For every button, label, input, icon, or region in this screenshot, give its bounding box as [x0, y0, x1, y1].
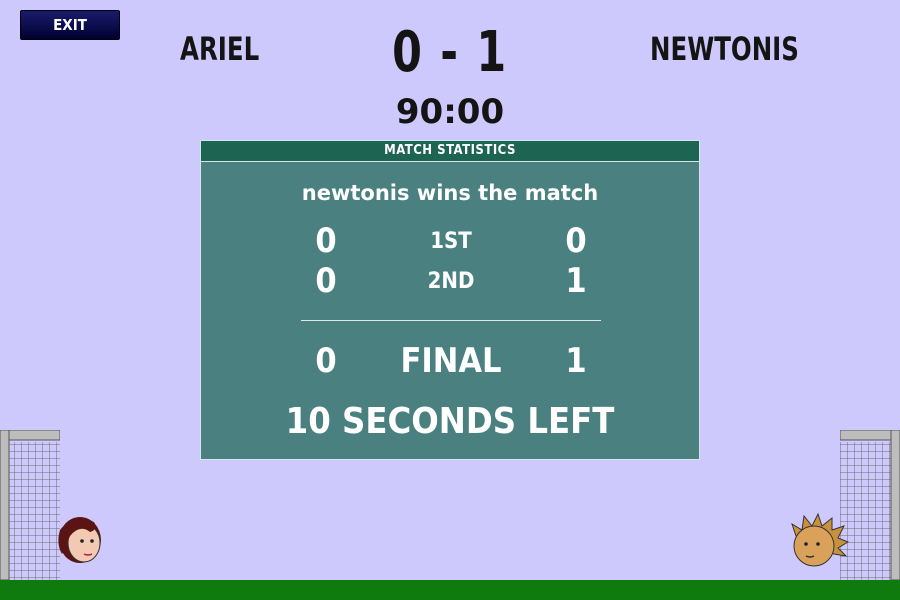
home-score-2nd: 0	[315, 261, 337, 301]
home-score-1st: 0	[315, 221, 337, 261]
period-label-2nd: 2ND	[427, 269, 475, 294]
away-score-1st: 0	[565, 221, 587, 261]
grass-ground	[0, 580, 900, 600]
away-score-final: 1	[565, 341, 587, 381]
match-clock: 90:00	[395, 92, 505, 132]
scoreboard: 0 - 1	[392, 20, 508, 85]
away-score-2nd: 1	[565, 261, 587, 301]
match-statistics-panel: MATCH STATISTICS newtonis wins the match…	[200, 140, 700, 460]
exit-button[interactable]: EXIT	[20, 10, 120, 40]
period-label-1st: 1ST	[430, 229, 472, 254]
winner-text: newtonis wins the match	[301, 181, 599, 205]
away-team-name: NEWTONIS	[650, 30, 799, 68]
home-player-head	[58, 517, 101, 563]
stats-divider	[301, 320, 601, 321]
home-score-final: 0	[315, 341, 337, 381]
away-player-head	[791, 512, 850, 567]
panel-title: MATCH STATISTICS	[201, 141, 699, 162]
countdown-text: 10 SECONDS LEFT	[285, 401, 615, 442]
final-label: FINAL	[400, 341, 502, 381]
home-team-name: ARIEL	[180, 30, 260, 68]
